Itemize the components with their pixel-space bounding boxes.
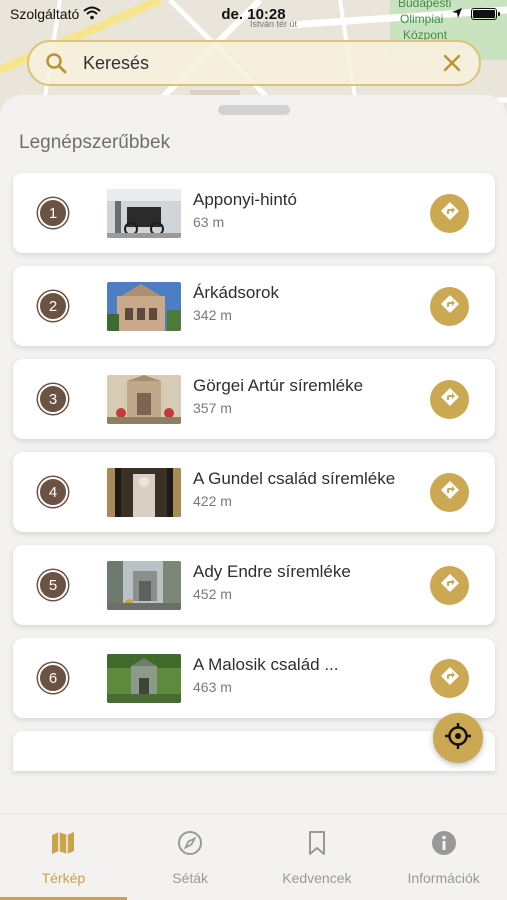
place-thumbnail <box>107 375 181 424</box>
place-distance: 463 m <box>193 679 232 695</box>
directions-button[interactable] <box>430 473 469 512</box>
directions-icon <box>440 666 460 691</box>
place-card[interactable]: 5 Ady Endre síremléke 452 m <box>13 545 495 625</box>
clear-icon[interactable] <box>439 50 465 76</box>
tab-label: Séták <box>172 870 209 886</box>
tab-label: Térkép <box>41 870 86 886</box>
place-name: Görgei Artúr síremléke <box>193 376 364 395</box>
place-distance: 63 m <box>193 214 225 230</box>
tab-walks[interactable]: Séták <box>127 814 254 900</box>
place-distance: 357 m <box>193 400 232 416</box>
rank-badge: 5 <box>38 570 68 600</box>
crosshair-icon <box>444 722 472 755</box>
locate-me-button[interactable] <box>433 713 483 763</box>
carrier-name: Szolgáltató <box>10 6 80 22</box>
place-thumbnail <box>107 561 181 610</box>
directions-icon <box>440 573 460 598</box>
place-card-partial[interactable] <box>13 731 495 771</box>
place-card[interactable]: 2 Árkádsorok 342 m <box>13 266 495 346</box>
info-icon <box>429 828 459 858</box>
tab-label: Információk <box>407 870 480 886</box>
place-thumbnail <box>107 189 181 238</box>
place-name: Ady Endre síremléke <box>193 562 351 581</box>
rank-badge: 3 <box>38 384 68 414</box>
section-title: Legnépszerűbbek <box>19 132 171 153</box>
place-name: A Gundel család síremléke <box>193 469 396 488</box>
search-icon[interactable] <box>43 50 69 76</box>
directions-icon <box>440 294 460 319</box>
tab-info[interactable]: Információk <box>380 814 507 900</box>
place-card[interactable]: 4 A Gundel család síremléke 422 m <box>13 452 495 532</box>
place-card[interactable]: 6 A Malosik család ... 463 m <box>13 638 495 718</box>
map-icon <box>48 828 78 858</box>
directions-icon <box>440 480 460 505</box>
drag-handle[interactable] <box>218 105 290 115</box>
status-bar: Szolgáltató de. 10:28 <box>0 0 507 28</box>
rank-badge: 6 <box>38 663 68 693</box>
battery-icon <box>471 8 500 20</box>
place-distance: 422 m <box>193 493 232 509</box>
bookmark-icon <box>302 828 332 858</box>
place-thumbnail <box>107 282 181 331</box>
places-sheet: Legnépszerűbbek 1 Apponyi-hintó 63 m 2 Á… <box>0 95 507 813</box>
rank-badge: 1 <box>38 198 68 228</box>
tab-bar: Térkép Séták Kedvencek Információk <box>0 813 507 900</box>
directions-button[interactable] <box>430 659 469 698</box>
place-name: Árkádsorok <box>193 283 279 302</box>
directions-icon <box>440 201 460 226</box>
rank-badge: 4 <box>38 477 68 507</box>
place-name: A Malosik család ... <box>193 655 339 674</box>
place-distance: 452 m <box>193 586 232 602</box>
place-name: Apponyi-hintó <box>193 190 297 209</box>
search-input[interactable] <box>83 52 439 74</box>
place-thumbnail <box>107 468 181 517</box>
tab-map[interactable]: Térkép <box>0 814 127 900</box>
place-card[interactable]: 1 Apponyi-hintó 63 m <box>13 173 495 253</box>
search-bar[interactable] <box>27 40 481 86</box>
wifi-icon <box>83 6 101 23</box>
place-distance: 342 m <box>193 307 232 323</box>
directions-button[interactable] <box>430 194 469 233</box>
rank-badge: 2 <box>38 291 68 321</box>
directions-icon <box>440 387 460 412</box>
directions-button[interactable] <box>430 566 469 605</box>
tab-label: Kedvencek <box>282 870 352 886</box>
place-thumbnail <box>107 654 181 703</box>
directions-button[interactable] <box>430 380 469 419</box>
location-arrow-icon <box>451 6 463 22</box>
tab-favorites[interactable]: Kedvencek <box>254 814 381 900</box>
compass-icon <box>175 828 205 858</box>
place-card[interactable]: 3 Görgei Artúr síremléke 357 m <box>13 359 495 439</box>
directions-button[interactable] <box>430 287 469 326</box>
